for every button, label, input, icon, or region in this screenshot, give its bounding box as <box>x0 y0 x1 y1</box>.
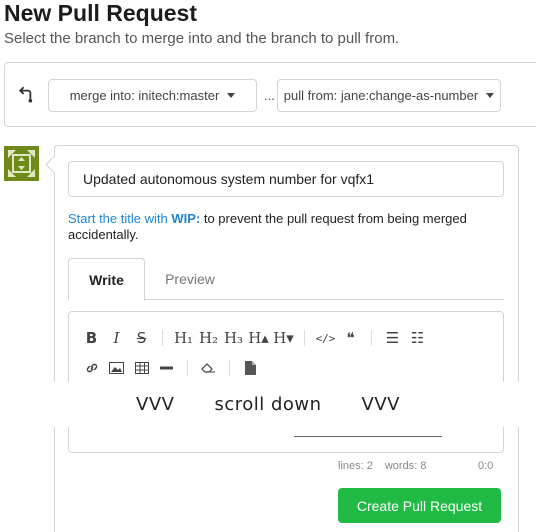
file-icon[interactable] <box>238 357 263 379</box>
wip-hint: Start the title with WIP: to prevent the… <box>68 211 508 243</box>
heading-2-icon[interactable]: H₂ <box>196 327 221 349</box>
pull-request-form: Start the title with WIP: to prevent the… <box>54 145 519 532</box>
caret-down-icon <box>227 93 236 98</box>
caret-down-icon <box>486 93 495 98</box>
link-icon[interactable] <box>79 357 104 379</box>
code-icon[interactable]: </> <box>313 327 338 349</box>
heading-bigger-icon[interactable]: H▴ <box>246 327 271 349</box>
ordered-list-icon[interactable]: ☷ <box>405 327 430 349</box>
word-count: words: 8 <box>384 460 427 472</box>
line-count: lines: 2 <box>338 460 373 472</box>
merge-into-label: merge into: initech:master <box>69 88 220 103</box>
scroll-down-overlay: VVV scroll down VVV <box>0 382 536 427</box>
toolbar-divider <box>162 330 163 346</box>
branch-separator: ... <box>264 88 275 103</box>
title-input[interactable] <box>68 161 504 197</box>
git-compare-icon <box>18 86 33 103</box>
hr-icon-svg <box>159 366 173 370</box>
editor-status-bar: lines: 2 words: 8 <box>338 460 426 472</box>
eraser-icon-svg <box>201 363 215 373</box>
strikethrough-icon[interactable]: S <box>129 327 154 349</box>
branch-compare-bar: merge into: initech:master ... pull from… <box>4 62 536 127</box>
file-icon-svg <box>245 361 256 375</box>
page-title: New Pull Request <box>4 0 197 26</box>
identicon-avatar-icon <box>4 146 39 181</box>
editor-link-underline <box>294 436 442 437</box>
pull-from-label: pull from: jane:change-as-number <box>283 88 479 103</box>
page-subtitle: Select the branch to merge into and the … <box>4 30 400 47</box>
tab-write[interactable]: Write <box>68 258 145 301</box>
scroll-arrows-left: VVV <box>136 394 175 415</box>
table-icon[interactable] <box>129 357 154 379</box>
quote-icon[interactable]: ❝ <box>338 327 363 349</box>
unordered-list-icon[interactable]: ☰ <box>380 327 405 349</box>
eraser-icon[interactable] <box>196 357 221 379</box>
editor-tabs: Write Preview <box>68 258 504 301</box>
heading-3-icon[interactable]: H₃ <box>221 327 246 349</box>
bold-icon[interactable]: B <box>79 327 104 349</box>
toolbar-divider <box>187 360 188 376</box>
table-icon-svg <box>134 362 149 374</box>
image-icon[interactable] <box>104 357 129 379</box>
heading-smaller-icon[interactable]: H▾ <box>271 327 296 349</box>
link-icon-svg <box>86 363 97 373</box>
wip-prefix-code[interactable]: WIP: <box>171 211 200 226</box>
wip-hint-link[interactable]: Start the title with <box>68 211 171 226</box>
image-icon-svg <box>109 362 124 374</box>
cursor-position: 0:0 <box>478 460 494 472</box>
horizontal-rule-icon[interactable] <box>154 357 179 379</box>
heading-icon[interactable]: H₁ <box>171 327 196 349</box>
scroll-arrows-right: VVV <box>361 394 400 415</box>
scroll-down-text: scroll down <box>214 394 322 415</box>
create-pull-request-button[interactable]: Create Pull Request <box>338 488 501 523</box>
tab-preview[interactable]: Preview <box>145 258 235 300</box>
editor-toolbar-row-1: B I S H₁ H₂ H₃ H▴ H▾ </> ❝ ☰ ☷ <box>79 327 430 349</box>
italic-icon[interactable]: I <box>104 327 129 349</box>
toolbar-divider <box>371 330 372 346</box>
avatar <box>4 146 39 181</box>
pull-from-dropdown[interactable]: pull from: jane:change-as-number <box>277 79 501 112</box>
toolbar-divider <box>304 330 305 346</box>
toolbar-divider <box>229 360 230 376</box>
merge-into-dropdown[interactable]: merge into: initech:master <box>48 79 257 112</box>
editor-toolbar-row-2 <box>79 357 263 379</box>
